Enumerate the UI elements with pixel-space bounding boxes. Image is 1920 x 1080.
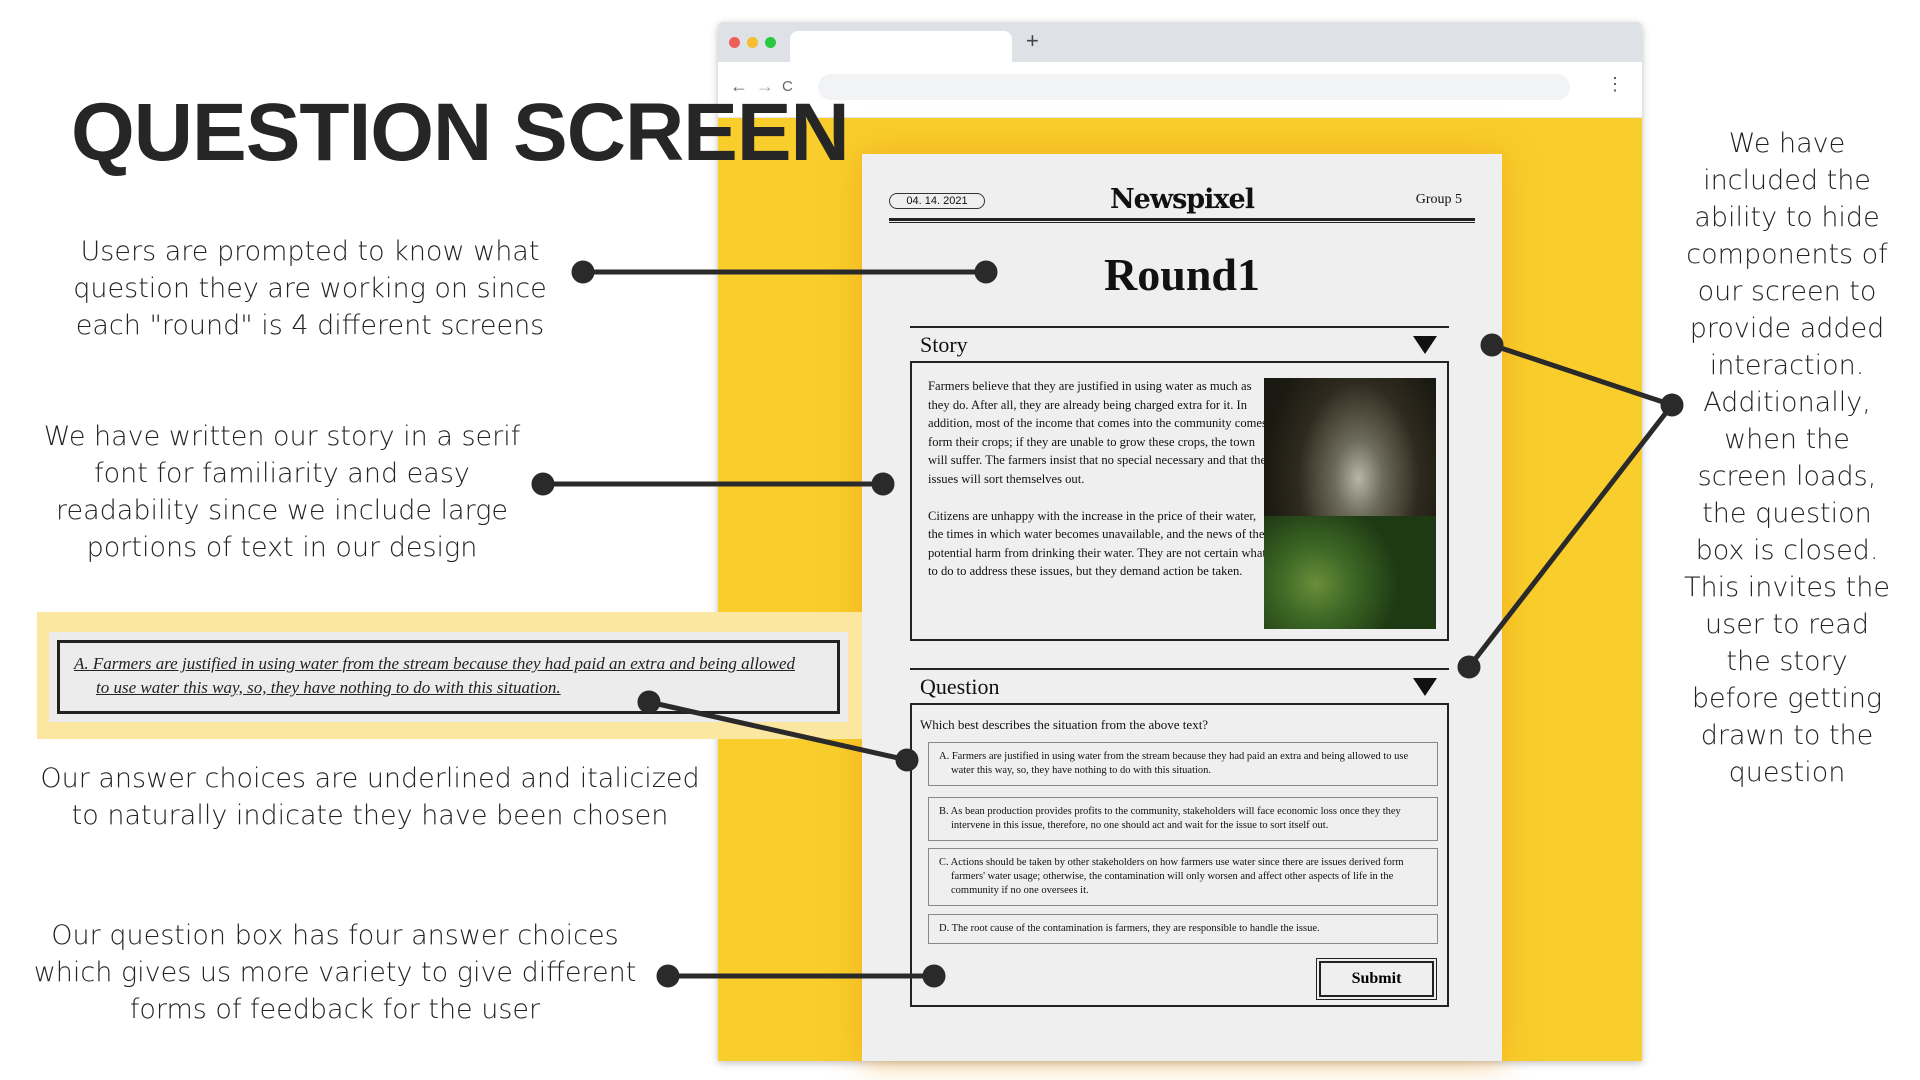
connector-dot [1480, 333, 1504, 357]
connector-dot [895, 748, 919, 772]
connector-dot [531, 472, 555, 496]
connector-dot [922, 964, 946, 988]
connector-dot [1457, 655, 1481, 679]
connector-dot [656, 964, 680, 988]
connector-dot [1660, 393, 1684, 417]
connector-line [1491, 342, 1673, 408]
connector-dot [637, 690, 661, 714]
connector-dot [974, 260, 998, 284]
connector-line [648, 699, 908, 763]
connector-line [1467, 403, 1674, 669]
connector-dot [571, 260, 595, 284]
annotation-connectors [531, 260, 1684, 988]
connector-dot [871, 472, 895, 496]
